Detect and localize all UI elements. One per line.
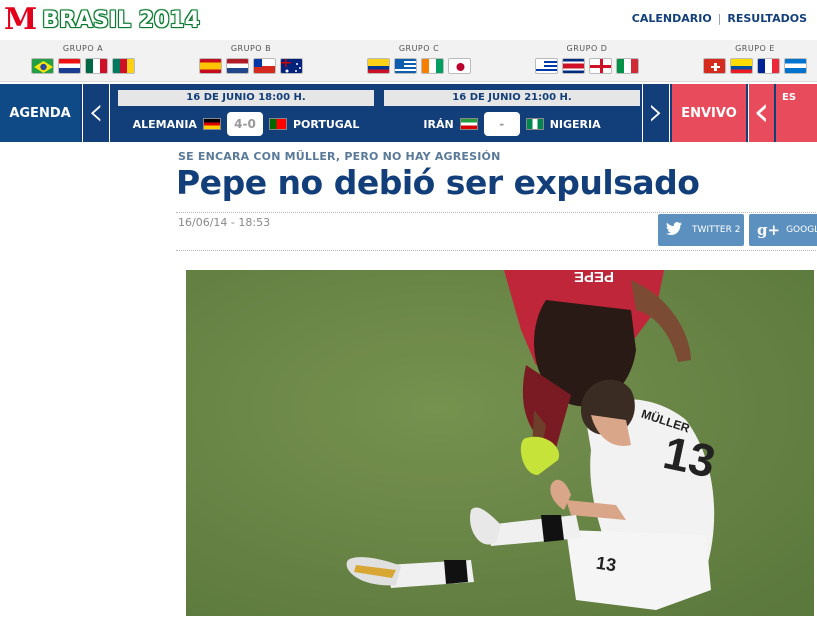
away-team: NIGERIA [549,117,601,131]
inglaterra-flag-icon[interactable] [589,58,612,74]
match-date: 16 DE JUNIO 18:00 H. [118,90,374,106]
group-e: GRUPO E [680,44,817,74]
group-label: GRUPO E [735,44,775,53]
home-team: ALEMANIA [132,117,197,131]
groups-bar: GRUPO A GRUPO B GRUPO C GRUPO D GRUPO E [0,40,817,82]
logo-text: BRASIL 2014 [42,7,200,33]
nigeria-flag-icon [525,118,544,130]
article-kicker: SE ENCARA CON MÜLLER, PERO NO HAY AGRESI… [178,150,501,163]
google-label: GOOGL [786,225,817,235]
chevron-left-icon[interactable]: ‹ [82,84,110,142]
twitter-icon [666,221,682,239]
site-logo[interactable]: M BRASIL 2014 [4,4,201,36]
jersey-name-red: PEPE [574,270,614,285]
portugal-flag-icon [268,118,287,130]
chile-flag-icon[interactable] [253,58,276,74]
costa-rica-flag-icon[interactable] [562,58,585,74]
francia-flag-icon[interactable] [757,58,780,74]
group-label: GRUPO A [62,44,104,53]
group-a: GRUPO A [8,44,158,74]
link-separator: | [717,12,722,25]
holanda-flag-icon[interactable] [226,58,249,74]
calendario-link[interactable]: CALENDARIO [632,12,712,25]
article-photo[interactable]: PEPE 13 MÜLLER 13 [186,270,814,616]
group-label: GRUPO B [230,44,272,53]
chevron-right-icon[interactable]: › [642,84,670,142]
honduras-flag-icon[interactable] [784,58,807,74]
google-plus-icon: g+ [757,221,781,239]
top-header: M BRASIL 2014 CALENDARIO | RESULTADOS [0,0,817,40]
suiza-flag-icon[interactable] [703,58,726,74]
divider [176,250,816,251]
agenda-button[interactable]: AGENDA [0,84,80,142]
chevron-left-icon[interactable]: ‹ [748,84,774,142]
match-card[interactable]: 16 DE JUNIO 21:00 H. IRÁN - NIGERIA [384,90,640,138]
camerun-flag-icon[interactable] [112,58,135,74]
ecuador-flag-icon[interactable] [730,58,753,74]
group-d: GRUPO D [512,44,662,74]
article-date: 16/06/14 - 18:53 [178,216,271,229]
match-score: - [483,112,520,136]
divider [176,212,816,213]
grecia-flag-icon[interactable] [394,58,417,74]
envivo-extra[interactable]: ES [776,84,817,142]
home-team: IRÁN [423,117,454,131]
match-scorebar: AGENDA ‹ 16 DE JUNIO 18:00 H. ALEMANIA 4… [0,84,817,142]
group-label: GRUPO D [566,44,608,53]
match-score: 4-0 [226,112,263,136]
group-b: GRUPO B [176,44,326,74]
shorts-number: 13 [595,553,618,576]
japon-flag-icon[interactable] [448,58,471,74]
away-team: PORTUGAL [292,117,360,131]
group-c: GRUPO C [344,44,494,74]
croacia-flag-icon[interactable] [58,58,81,74]
twitter-share-button[interactable]: TWITTER 2 [658,214,744,246]
germany-flag-icon [202,118,221,130]
italia-flag-icon[interactable] [616,58,639,74]
google-plus-share-button[interactable]: g+ GOOGL [749,214,817,246]
article-headline: Pepe no debió ser expulsado [176,163,700,202]
australia-flag-icon[interactable] [280,58,303,74]
brasil-flag-icon[interactable] [31,58,54,74]
espana-flag-icon[interactable] [199,58,222,74]
group-label: GRUPO C [398,44,440,53]
top-links: CALENDARIO | RESULTADOS [632,12,807,25]
match-date: 16 DE JUNIO 21:00 H. [384,90,640,106]
logo-letter: M [4,2,38,37]
match-card[interactable]: 16 DE JUNIO 18:00 H. ALEMANIA 4-0 PORTUG… [118,90,374,138]
resultados-link[interactable]: RESULTADOS [727,12,807,25]
envivo-extra-label: ES [782,92,797,103]
jersey-number-white: 13 [659,426,720,488]
twitter-label: TWITTER 2 [692,225,741,235]
mexico-flag-icon[interactable] [85,58,108,74]
envivo-button[interactable]: ENVIVO [672,84,746,142]
iran-flag-icon [459,118,478,130]
colombia-flag-icon[interactable] [367,58,390,74]
costa-de-marfil-flag-icon[interactable] [421,58,444,74]
uruguay-flag-icon[interactable] [535,58,558,74]
